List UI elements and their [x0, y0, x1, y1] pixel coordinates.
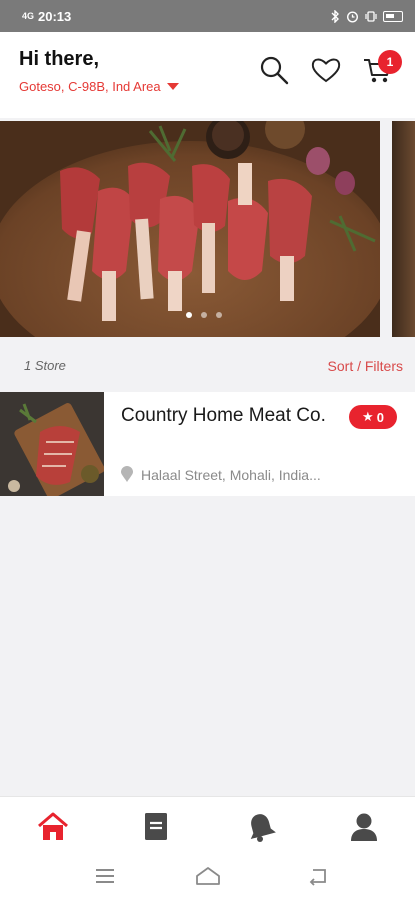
- rating-badge: ★ 0: [349, 405, 397, 429]
- carousel-dot[interactable]: [216, 312, 222, 318]
- carousel-dot[interactable]: [186, 312, 192, 318]
- carousel-indicator: [186, 312, 222, 318]
- heart-icon[interactable]: [310, 54, 342, 86]
- network-indicator: 4G: [22, 11, 35, 21]
- battery-icon: [383, 10, 403, 22]
- location-pin-icon: [121, 466, 133, 482]
- notifications-icon[interactable]: [245, 811, 277, 843]
- orders-icon[interactable]: [140, 811, 172, 843]
- home-icon[interactable]: [37, 811, 69, 843]
- bottom-navigation: [0, 796, 415, 854]
- location-selector[interactable]: Goteso, C-98B, Ind Area: [19, 79, 179, 94]
- vibrate-icon: [365, 10, 377, 22]
- bluetooth-icon: [331, 9, 339, 23]
- status-time: 20:13: [38, 8, 72, 24]
- system-navigation: [0, 854, 415, 900]
- cart-count-badge: 1: [378, 50, 402, 74]
- carousel-dot[interactable]: [201, 312, 207, 318]
- back-icon[interactable]: [305, 864, 331, 888]
- caret-down-icon: [166, 83, 179, 90]
- location-label: Goteso, C-98B, Ind Area: [19, 79, 161, 94]
- greeting-title: Hi there,: [19, 48, 100, 70]
- star-icon: ★: [362, 409, 374, 424]
- status-bar: 4G 20:13: [0, 0, 415, 32]
- store-list-header: 1 Store Sort / Filters: [0, 351, 415, 381]
- store-card[interactable]: Country Home Meat Co. ★ 0 Halaal Street,…: [0, 392, 415, 496]
- store-count: 1 Store: [24, 358, 66, 373]
- alarm-icon: [346, 10, 359, 23]
- home-button-icon[interactable]: [195, 864, 221, 888]
- lamb-chops-photo: [0, 121, 380, 337]
- address-text: Halaal Street, Mohali, India...: [141, 466, 321, 483]
- menu-icon[interactable]: [92, 864, 118, 888]
- profile-icon[interactable]: [348, 811, 380, 843]
- search-icon[interactable]: [258, 54, 290, 86]
- store-thumbnail: [0, 392, 104, 496]
- rating-value: 0: [376, 409, 384, 425]
- store-address: Halaal Street, Mohali, India...: [121, 466, 321, 483]
- store-name: Country Home Meat Co.: [121, 405, 326, 426]
- banner-image[interactable]: [0, 121, 380, 337]
- sort-filters-button[interactable]: Sort / Filters: [328, 358, 403, 374]
- next-banner-preview[interactable]: [392, 121, 415, 337]
- header: Hi there, Goteso, C-98B, Ind Area: [0, 32, 415, 118]
- steak-photo: [0, 392, 104, 496]
